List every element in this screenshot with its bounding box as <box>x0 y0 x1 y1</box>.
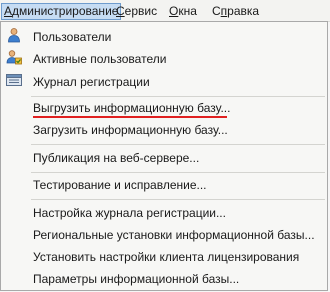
menu-item-infobase-parameters-label: Параметры информационной базы... <box>33 272 240 286</box>
menu-item-infobase-parameters[interactable]: Параметры информационной базы... <box>25 268 325 290</box>
menu-service[interactable]: Сервис <box>113 3 160 20</box>
menu-separator <box>31 199 325 200</box>
menu-item-event-log-settings[interactable]: Настройка журнала регистрации... <box>25 202 325 224</box>
menu-item-event-log-settings-label: Настройка журнала регистрации... <box>33 206 226 220</box>
menu-separator <box>31 144 325 145</box>
menu-item-users[interactable]: Пользователи <box>25 26 325 48</box>
menu-bar: Администрирование Сервис Окна Справка <box>0 0 330 22</box>
menu-windows[interactable]: Окна <box>166 3 200 20</box>
menu-item-export-infobase-label: Выгрузить информационную базу... <box>33 101 231 115</box>
menu-item-event-log-label: Журнал регистрации <box>33 75 150 89</box>
menu-separator <box>31 172 325 173</box>
menu-item-import-infobase-label: Загрузить информационную базу... <box>33 123 228 137</box>
menu-windows-label: Окна <box>169 4 197 18</box>
menu-administration-label: Администрирование <box>4 4 119 18</box>
menu-item-web-publish[interactable]: Публикация на веб-сервере... <box>25 147 325 169</box>
menu-item-license-client-settings[interactable]: Установить настройки клиента лицензирова… <box>25 246 325 268</box>
menu-item-license-client-settings-label: Установить настройки клиента лицензирова… <box>33 250 300 264</box>
administration-dropdown-menu: Пользователи Активные пользователи Журна… <box>0 21 328 291</box>
menu-help[interactable]: Справка <box>209 3 262 20</box>
user-icon <box>8 28 20 43</box>
menu-help-label: Справка <box>212 4 260 18</box>
menu-item-test-and-repair[interactable]: Тестирование и исправление... <box>25 174 325 196</box>
menu-administration[interactable]: Администрирование <box>1 3 122 20</box>
event-log-icon <box>6 74 22 86</box>
menu-item-event-log[interactable]: Журнал регистрации <box>25 71 325 93</box>
active-users-icon <box>6 50 22 65</box>
menu-item-users-label: Пользователи <box>33 30 112 44</box>
highlight-underline <box>33 116 227 118</box>
menu-item-active-users[interactable]: Активные пользователи <box>25 48 325 70</box>
menu-item-web-publish-label: Публикация на веб-сервере... <box>33 151 200 165</box>
menu-item-regional-settings[interactable]: Региональные установки информационной ба… <box>25 224 325 246</box>
menu-service-label: Сервис <box>116 4 158 18</box>
menu-item-test-and-repair-label: Тестирование и исправление... <box>33 178 207 192</box>
menu-item-active-users-label: Активные пользователи <box>33 52 167 66</box>
menu-item-import-infobase[interactable]: Загрузить информационную базу... <box>25 119 325 141</box>
menu-item-regional-settings-label: Региональные установки информационной ба… <box>33 228 315 242</box>
